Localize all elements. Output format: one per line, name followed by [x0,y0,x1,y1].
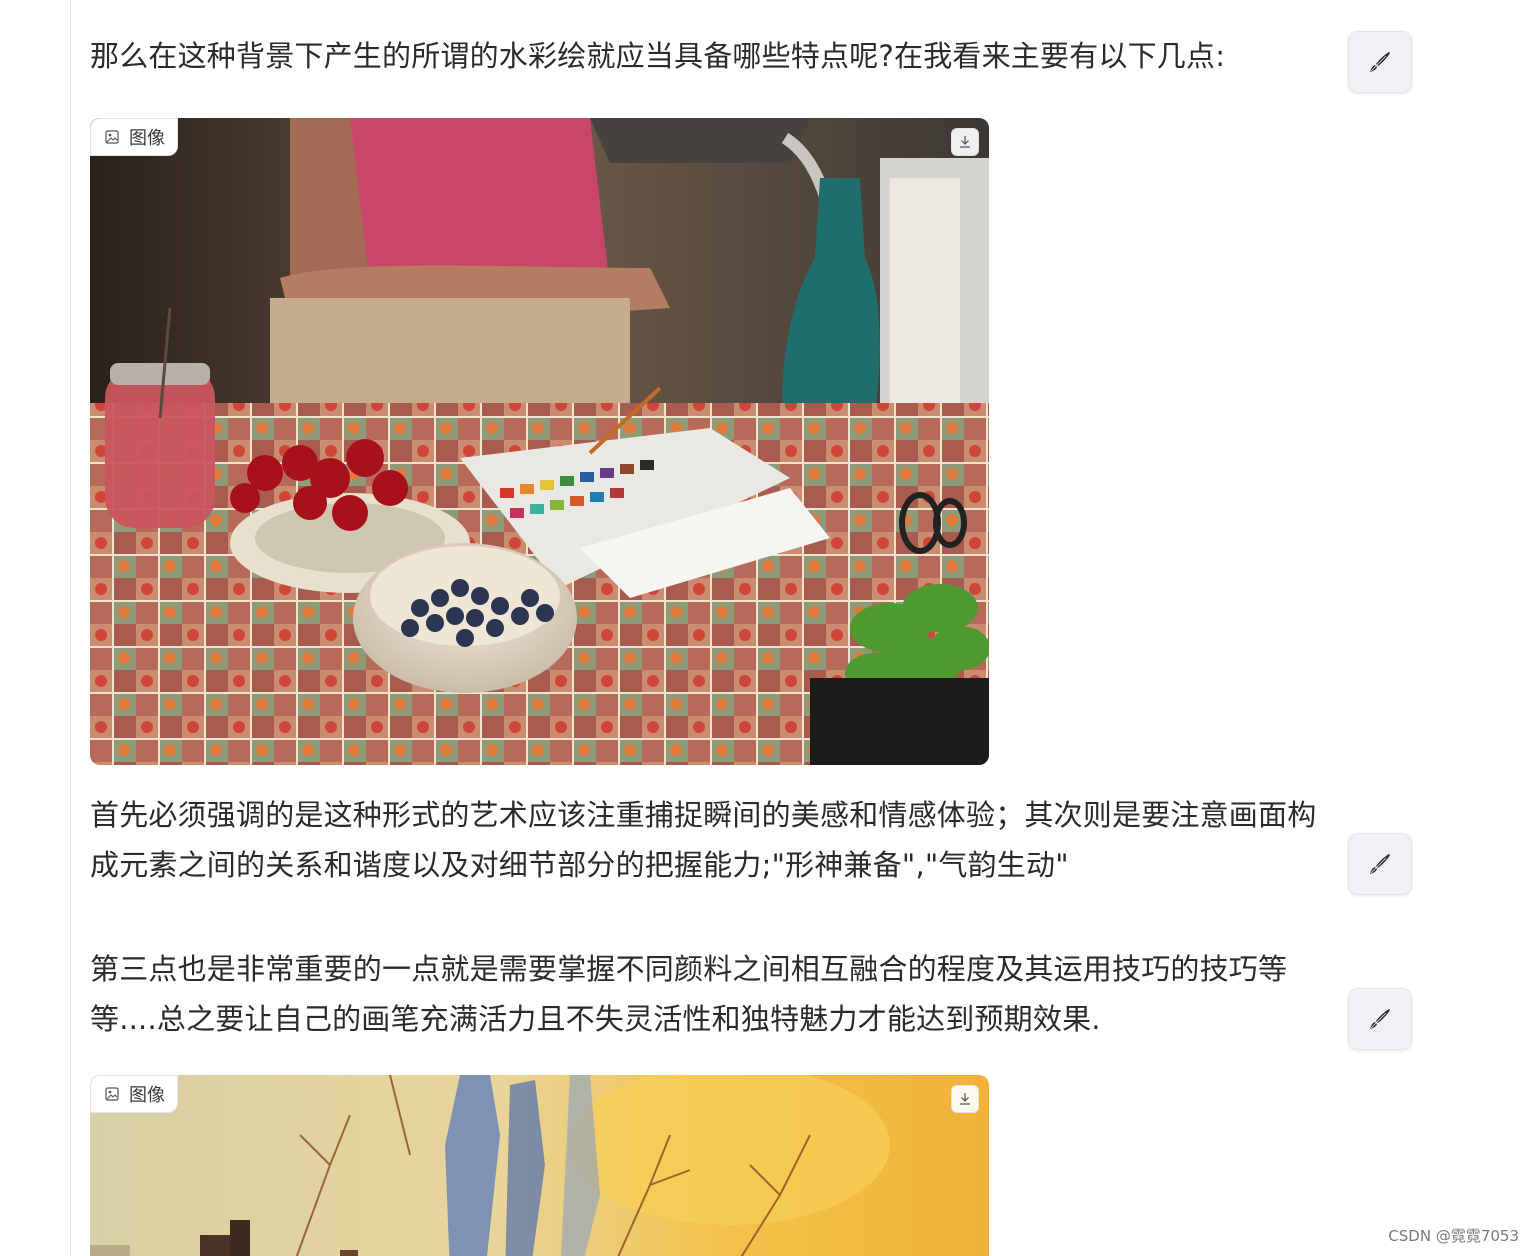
article-page: 那么在这种背景下产生的所谓的水彩绘就应当具备哪些特点呢?在我看来主要有以下几点: [0,0,1533,1256]
image-icon [105,130,119,144]
download-image-2-button[interactable] [951,1085,979,1113]
image-card-2[interactable]: 图像 [90,1075,989,1256]
image-label-text: 图像 [129,1085,165,1106]
paragraph-2: 首先必须强调的是这种形式的艺术应该注重捕捉瞬间的美感和情感体验；其次则是要注意画… [90,798,1317,882]
download-image-1-button[interactable] [951,128,979,156]
brush-icon [1366,1005,1394,1033]
paragraph-1: 那么在这种背景下产生的所谓的水彩绘就应当具备哪些特点呢?在我看来主要有以下几点: [90,39,1226,73]
image-label-text: 图像 [129,128,165,149]
image-card-1[interactable]: 图像 [90,118,989,765]
image-label-tag: 图像 [90,118,178,156]
edit-paragraph-3-button[interactable] [1348,988,1412,1050]
paragraph-3: 第三点也是非常重要的一点就是需要掌握不同颜料之间相互融合的程度及其运用技巧的技巧… [90,952,1288,1036]
brush-icon [1366,850,1394,878]
left-border-line [70,0,71,1256]
watercolor-landscape-image [90,1075,989,1256]
painting-scene-image [90,118,989,765]
image-label-tag: 图像 [90,1075,178,1113]
download-icon [958,1092,972,1106]
brush-icon [1366,48,1394,76]
download-icon [958,135,972,149]
image-icon [105,1087,119,1101]
edit-paragraph-1-button[interactable] [1348,31,1412,93]
csdn-watermark: CSDN @霓霓7053 [1388,1227,1519,1245]
edit-paragraph-2-button[interactable] [1348,833,1412,895]
